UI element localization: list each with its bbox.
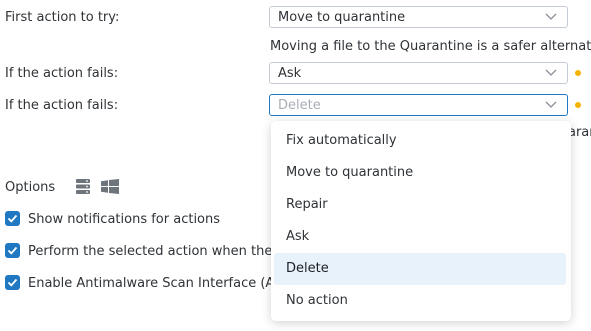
dropdown-option-delete[interactable]: Delete [274, 253, 566, 285]
fallback-action-select[interactable]: Ask [269, 62, 568, 84]
enable-amsi-label: Enable Antimalware Scan Interface (A [28, 276, 271, 291]
options-title: Options [5, 180, 56, 195]
warning-dot [575, 70, 581, 76]
first-action-select[interactable]: Move to quarantine [269, 6, 568, 28]
chevron-down-icon [545, 13, 557, 20]
action-dropdown-menu: Fix automatically Move to quarantine Rep… [271, 121, 571, 321]
first-action-value: Move to quarantine [278, 10, 406, 25]
dropdown-option-move-to-quarantine[interactable]: Move to quarantine [274, 157, 566, 189]
first-action-label: First action to try: [5, 10, 120, 25]
second-fallback-action-select[interactable]: Delete [269, 94, 568, 116]
chevron-down-icon [545, 101, 557, 108]
chevron-down-icon [545, 69, 557, 76]
dropdown-option-ask[interactable]: Ask [274, 221, 566, 253]
dropdown-option-no-action[interactable]: No action [274, 285, 566, 317]
enable-amsi-checkbox[interactable] [5, 275, 20, 290]
dropdown-option-fix-automatically[interactable]: Fix automatically [274, 125, 566, 157]
show-notifications-checkbox[interactable] [5, 211, 20, 226]
warning-dot [575, 102, 581, 108]
second-fallback-action-placeholder: Delete [278, 98, 321, 113]
perform-action-label: Perform the selected action when the [28, 244, 271, 259]
windows-icon [101, 179, 119, 194]
checkmark-icon [7, 278, 18, 287]
fallback-action-label: If the action fails: [5, 66, 119, 81]
server-icon [76, 179, 90, 194]
checkmark-icon [7, 214, 18, 223]
dropdown-option-repair[interactable]: Repair [274, 189, 566, 221]
second-fallback-action-label: If the action fails: [5, 98, 119, 113]
partial-description: arant [568, 125, 591, 140]
checkmark-icon [7, 246, 18, 255]
action-description: Moving a file to the Quarantine is a saf… [270, 39, 591, 54]
fallback-action-value: Ask [278, 66, 302, 81]
show-notifications-label: Show notifications for actions [28, 212, 221, 227]
perform-action-checkbox[interactable] [5, 243, 20, 258]
